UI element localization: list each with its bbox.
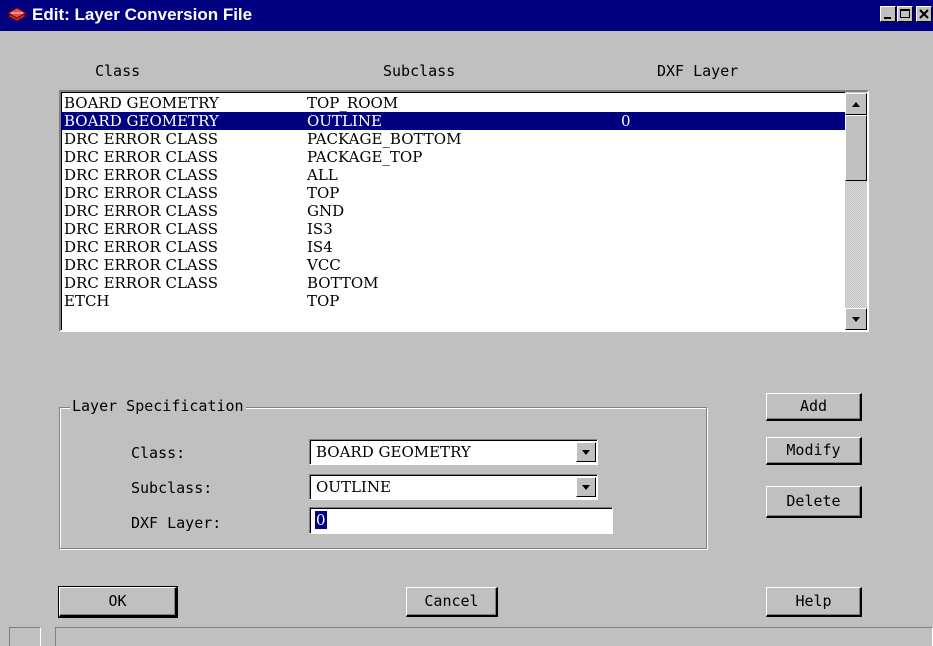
dxf-layer-input-value: 0	[315, 511, 327, 529]
class-dropdown[interactable]: BOARD GEOMETRY	[309, 439, 598, 465]
row-class-cell: DRC ERROR CLASS	[64, 148, 219, 166]
row-subclass-cell: GND	[307, 202, 345, 220]
close-icon[interactable]	[916, 6, 932, 22]
maximize-icon[interactable]	[897, 6, 913, 22]
column-header-class: Class	[95, 62, 141, 80]
cancel-button[interactable]: Cancel	[406, 587, 498, 617]
subclass-dropdown[interactable]: OUTLINE	[309, 474, 598, 500]
table-row[interactable]: BOARD GEOMETRY TOP_ROOM	[61, 94, 845, 112]
subclass-dropdown-value: OUTLINE	[316, 478, 391, 496]
row-class-cell: DRC ERROR CLASS	[64, 184, 219, 202]
help-button-label: Help	[795, 592, 832, 610]
table-row[interactable]: DRC ERROR CLASS PACKAGE_BOTTOM	[61, 130, 845, 148]
row-class-cell: DRC ERROR CLASS	[64, 220, 219, 238]
title-bar: Edit: Layer Conversion File	[0, 0, 933, 31]
modify-button-label: Modify	[786, 441, 841, 459]
ok-button-label: OK	[108, 592, 127, 610]
row-dxf-layer-cell: 0	[621, 112, 631, 130]
row-subclass-cell: OUTLINE	[307, 112, 382, 130]
status-cell-message	[55, 627, 933, 646]
minimize-icon[interactable]	[880, 6, 896, 22]
cancel-button-label: Cancel	[424, 592, 479, 610]
row-subclass-cell: TOP	[307, 292, 340, 310]
scroll-down-icon[interactable]	[845, 308, 867, 330]
delete-button-label: Delete	[786, 492, 841, 510]
table-row[interactable]: DRC ERROR CLASS IS3	[61, 220, 845, 238]
column-header-dxf-layer: DXF Layer	[657, 62, 739, 80]
row-class-cell: DRC ERROR CLASS	[64, 166, 219, 184]
row-subclass-cell: VCC	[307, 256, 341, 274]
row-subclass-cell: IS3	[307, 220, 333, 238]
help-button[interactable]: Help	[766, 587, 862, 617]
class-dropdown-value: BOARD GEOMETRY	[316, 443, 471, 461]
row-class-cell: DRC ERROR CLASS	[64, 274, 219, 292]
ok-button[interactable]: OK	[58, 586, 178, 618]
table-row[interactable]: BOARD GEOMETRY OUTLINE 0	[61, 112, 845, 130]
table-row[interactable]: DRC ERROR CLASS ALL	[61, 166, 845, 184]
row-class-cell: ETCH	[64, 292, 110, 310]
column-header-subclass: Subclass	[383, 62, 456, 80]
chevron-down-icon[interactable]	[576, 442, 596, 462]
row-subclass-cell: IS4	[307, 238, 333, 256]
add-button-label: Add	[799, 397, 828, 415]
row-class-cell: DRC ERROR CLASS	[64, 238, 219, 256]
class-label: Class:	[131, 444, 186, 462]
chevron-down-icon[interactable]	[576, 477, 596, 497]
layer-list-rows: BOARD GEOMETRY TOP_ROOM BOARD GEOMETRY OUTL…	[61, 94, 845, 310]
add-button[interactable]: Add	[766, 393, 862, 421]
row-subclass-cell: PACKAGE_BOTTOM	[307, 130, 462, 148]
table-row[interactable]: DRC ERROR CLASS IS4	[61, 238, 845, 256]
table-row[interactable]: ETCH TOP	[61, 292, 845, 310]
status-cell-indicator	[9, 627, 41, 646]
table-row[interactable]: DRC ERROR CLASS VCC	[61, 256, 845, 274]
layer-specification-title: Layer Specification	[70, 397, 246, 415]
layer-list[interactable]: BOARD GEOMETRY TOP_ROOM BOARD GEOMETRY OUTL…	[59, 90, 869, 332]
subclass-label: Subclass:	[131, 479, 213, 497]
window-title: Edit: Layer Conversion File	[32, 5, 253, 24]
row-subclass-cell: ALL	[307, 166, 338, 184]
table-row[interactable]: DRC ERROR CLASS BOTTOM	[61, 274, 845, 292]
vertical-scrollbar[interactable]	[845, 92, 867, 330]
delete-button[interactable]: Delete	[766, 486, 862, 518]
row-class-cell: DRC ERROR CLASS	[64, 256, 219, 274]
dxf-layer-label: DXF Layer:	[131, 514, 222, 532]
modify-button[interactable]: Modify	[766, 437, 862, 465]
row-subclass-cell: PACKAGE_TOP	[307, 148, 423, 166]
row-class-cell: DRC ERROR CLASS	[64, 202, 219, 220]
row-subclass-cell: BOTTOM	[307, 274, 379, 292]
row-class-cell: DRC ERROR CLASS	[64, 130, 219, 148]
row-class-cell: BOARD GEOMETRY	[64, 112, 219, 130]
table-row[interactable]: DRC ERROR CLASS GND	[61, 202, 845, 220]
table-row[interactable]: DRC ERROR CLASS PACKAGE_TOP	[61, 148, 845, 166]
row-class-cell: BOARD GEOMETRY	[64, 94, 219, 112]
row-subclass-cell: TOP	[307, 184, 340, 202]
row-subclass-cell: TOP_ROOM	[307, 94, 399, 112]
layer-app-icon[interactable]	[6, 7, 28, 23]
scroll-thumb[interactable]	[845, 115, 867, 181]
table-row[interactable]: DRC ERROR CLASS TOP	[61, 184, 845, 202]
status-bar	[0, 625, 933, 646]
dxf-layer-input[interactable]: 0	[309, 507, 613, 534]
scroll-up-icon[interactable]	[845, 93, 867, 115]
